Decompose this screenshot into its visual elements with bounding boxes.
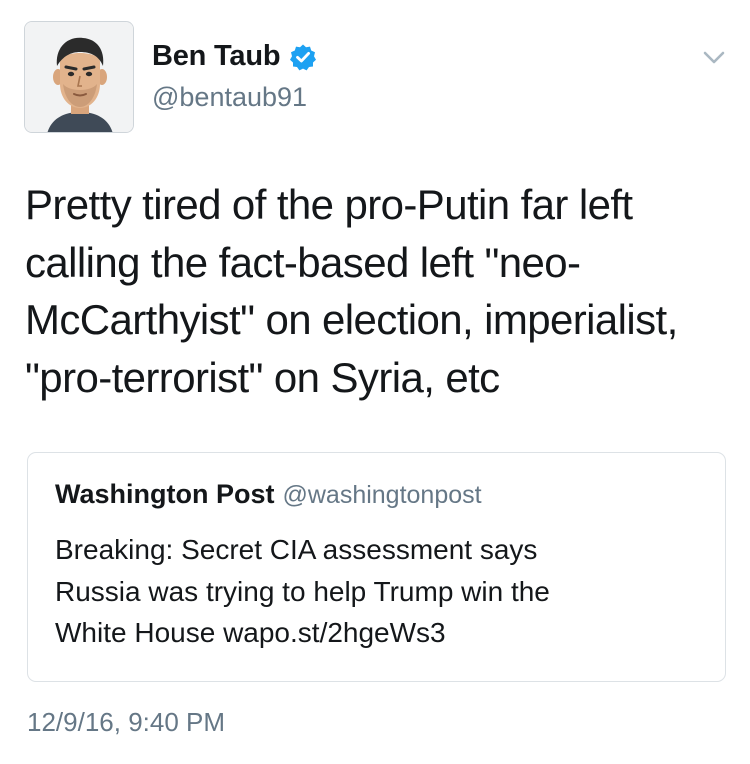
- quoted-tweet-text: Breaking: Secret CIA assessment says Rus…: [55, 529, 695, 654]
- quoted-tweet-header: Washington Post @washingtonpost: [55, 479, 482, 510]
- cartoon-avatar-icon: [25, 22, 133, 132]
- author-handle[interactable]: @bentaub91: [152, 82, 307, 113]
- quoted-tweet-card[interactable]: Washington Post @washingtonpost Breaking:…: [27, 452, 726, 682]
- tweet-text-line: Pretty tired of the pro-Putin far left: [25, 181, 633, 228]
- tweet-text-line: McCarthyist" on election, imperialist,: [25, 296, 678, 343]
- quoted-author-name: Washington Post: [55, 479, 275, 509]
- tweet-text: Pretty tired of the pro-Putin far left c…: [25, 176, 725, 406]
- avatar[interactable]: [24, 21, 134, 133]
- tweet-timestamp[interactable]: 12/9/16, 9:40 PM: [27, 707, 225, 738]
- tweet-text-line: calling the fact-based left "neo-: [25, 238, 581, 286]
- tweet-text-line: "pro-terrorist" on Syria, etc: [25, 353, 500, 401]
- author-name-row: Ben Taub: [152, 40, 317, 73]
- quoted-author-handle: @washingtonpost: [282, 481, 482, 509]
- quoted-text-line: White House wapo.st/2hgeWs3: [55, 617, 446, 648]
- chevron-down-icon[interactable]: [703, 51, 725, 65]
- quoted-text-line: Breaking: Secret CIA assessment says: [55, 534, 538, 565]
- tweet-card: Ben Taub @bentaub91 Pretty tired of the …: [0, 0, 750, 764]
- author-display-name[interactable]: Ben Taub: [152, 40, 281, 73]
- quoted-text-line: Russia was trying to help Trump win the: [55, 575, 550, 607]
- verified-badge-icon: [289, 43, 317, 71]
